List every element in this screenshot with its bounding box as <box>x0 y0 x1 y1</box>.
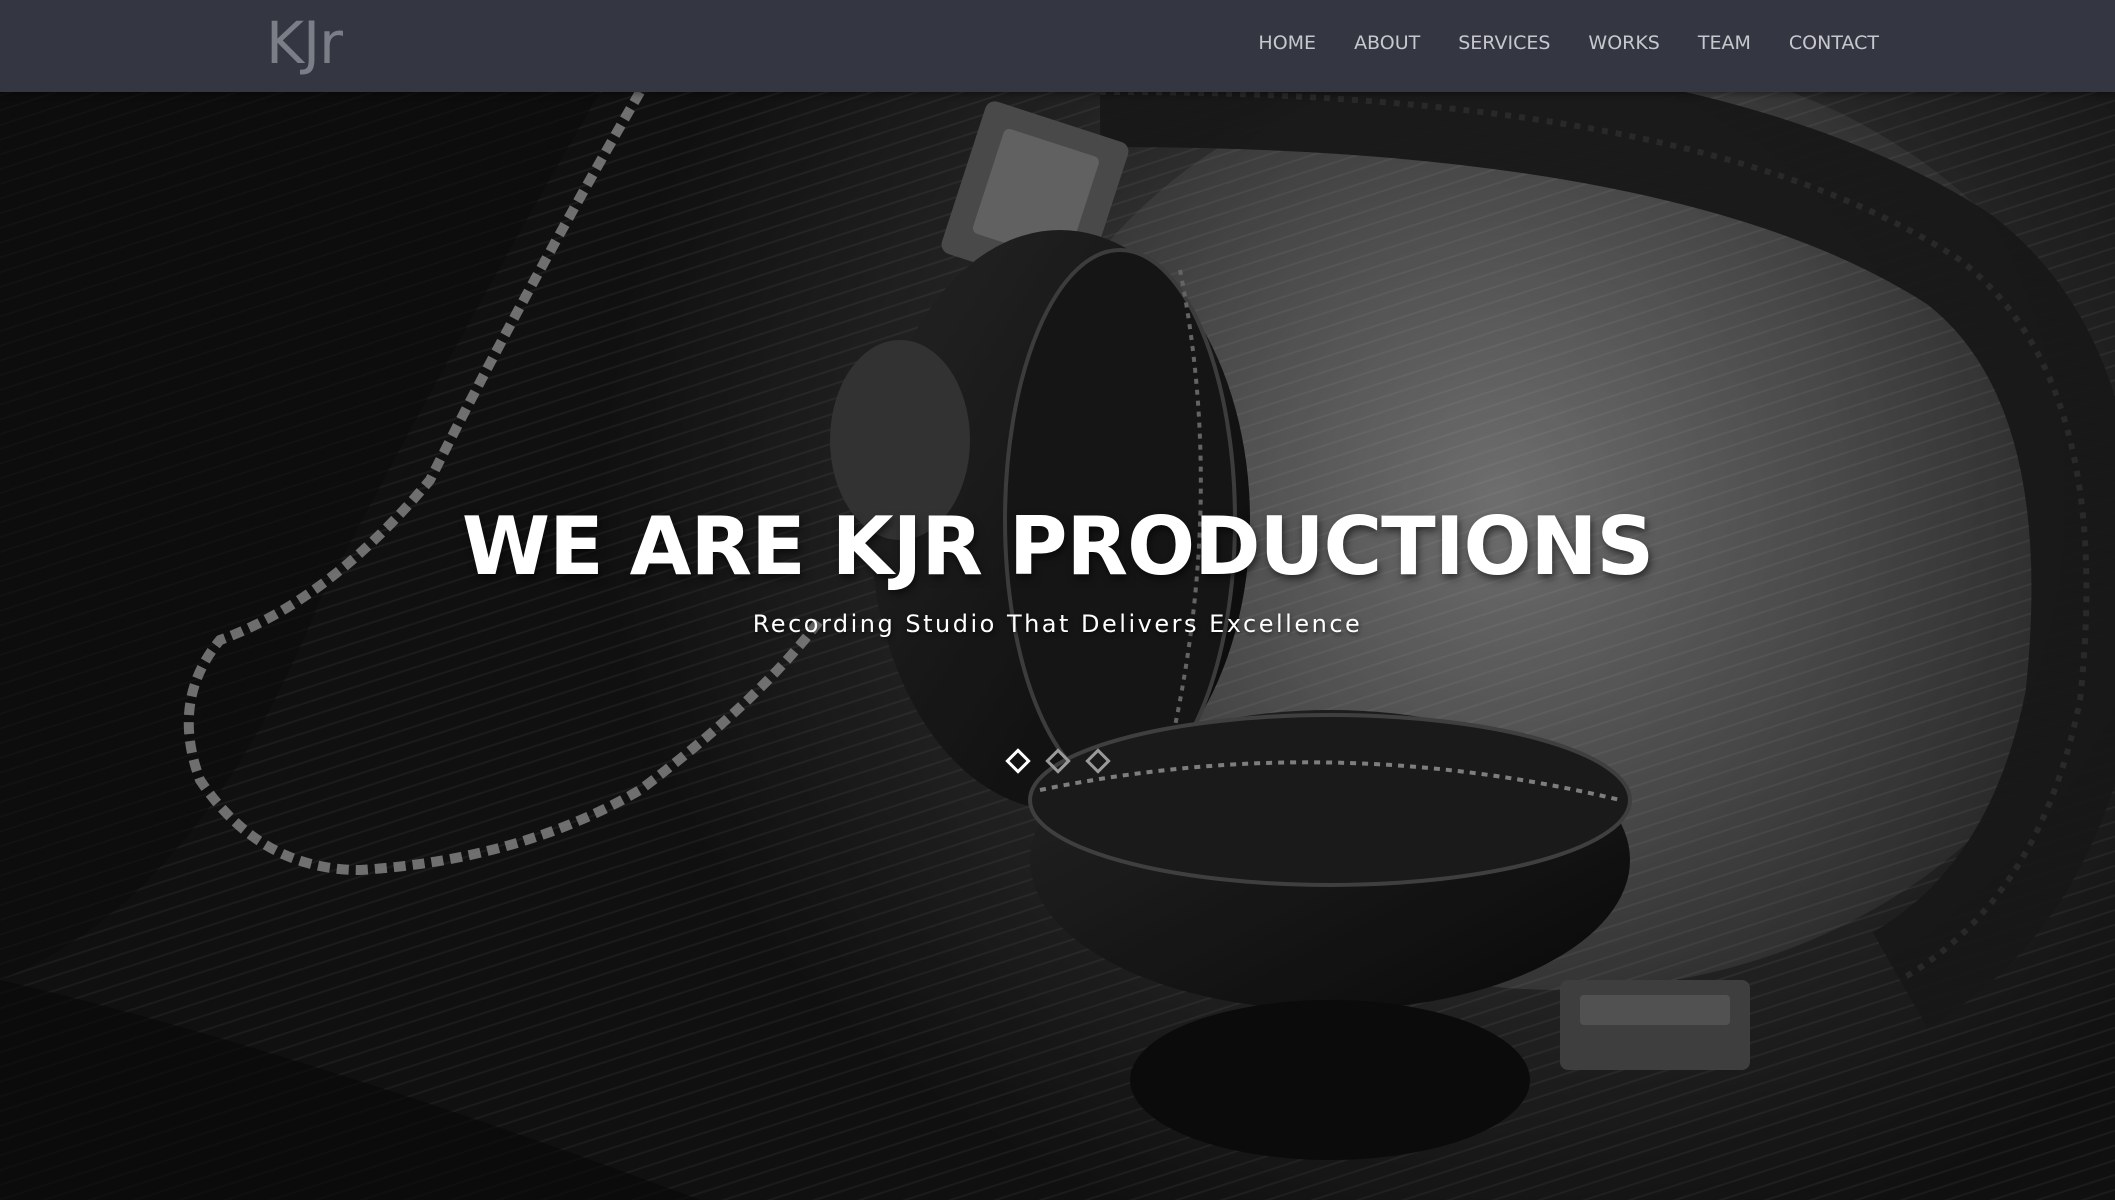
nav-item-services[interactable]: SERVICES <box>1458 32 1550 54</box>
hero-subtitle: Recording Studio That Delivers Excellenc… <box>752 610 1363 638</box>
navbar: KJr HOME ABOUT SERVICES WORKS TEAM CONTA… <box>0 0 2115 92</box>
nav-item-about[interactable]: ABOUT <box>1354 32 1420 54</box>
main-nav: HOME ABOUT SERVICES WORKS TEAM CONTACT <box>1258 0 1879 86</box>
nav-item-works[interactable]: WORKS <box>1588 32 1659 54</box>
hero-background-image <box>0 0 2115 1200</box>
hero-overlay <box>0 0 2115 1200</box>
nav-item-home[interactable]: HOME <box>1258 32 1316 54</box>
page: KJr HOME ABOUT SERVICES WORKS TEAM CONTA… <box>0 0 2115 1200</box>
hero-title: WE ARE KJR PRODUCTIONS <box>461 500 1654 593</box>
slider-dot-1[interactable] <box>1004 748 1031 774</box>
nav-item-contact[interactable]: CONTACT <box>1789 32 1879 54</box>
brand-logo[interactable]: KJr <box>266 8 343 78</box>
slider-dots <box>0 748 2115 774</box>
nav-item-team[interactable]: TEAM <box>1698 32 1751 54</box>
slider-dot-2[interactable] <box>1044 748 1071 774</box>
slider-dot-3[interactable] <box>1084 748 1111 774</box>
